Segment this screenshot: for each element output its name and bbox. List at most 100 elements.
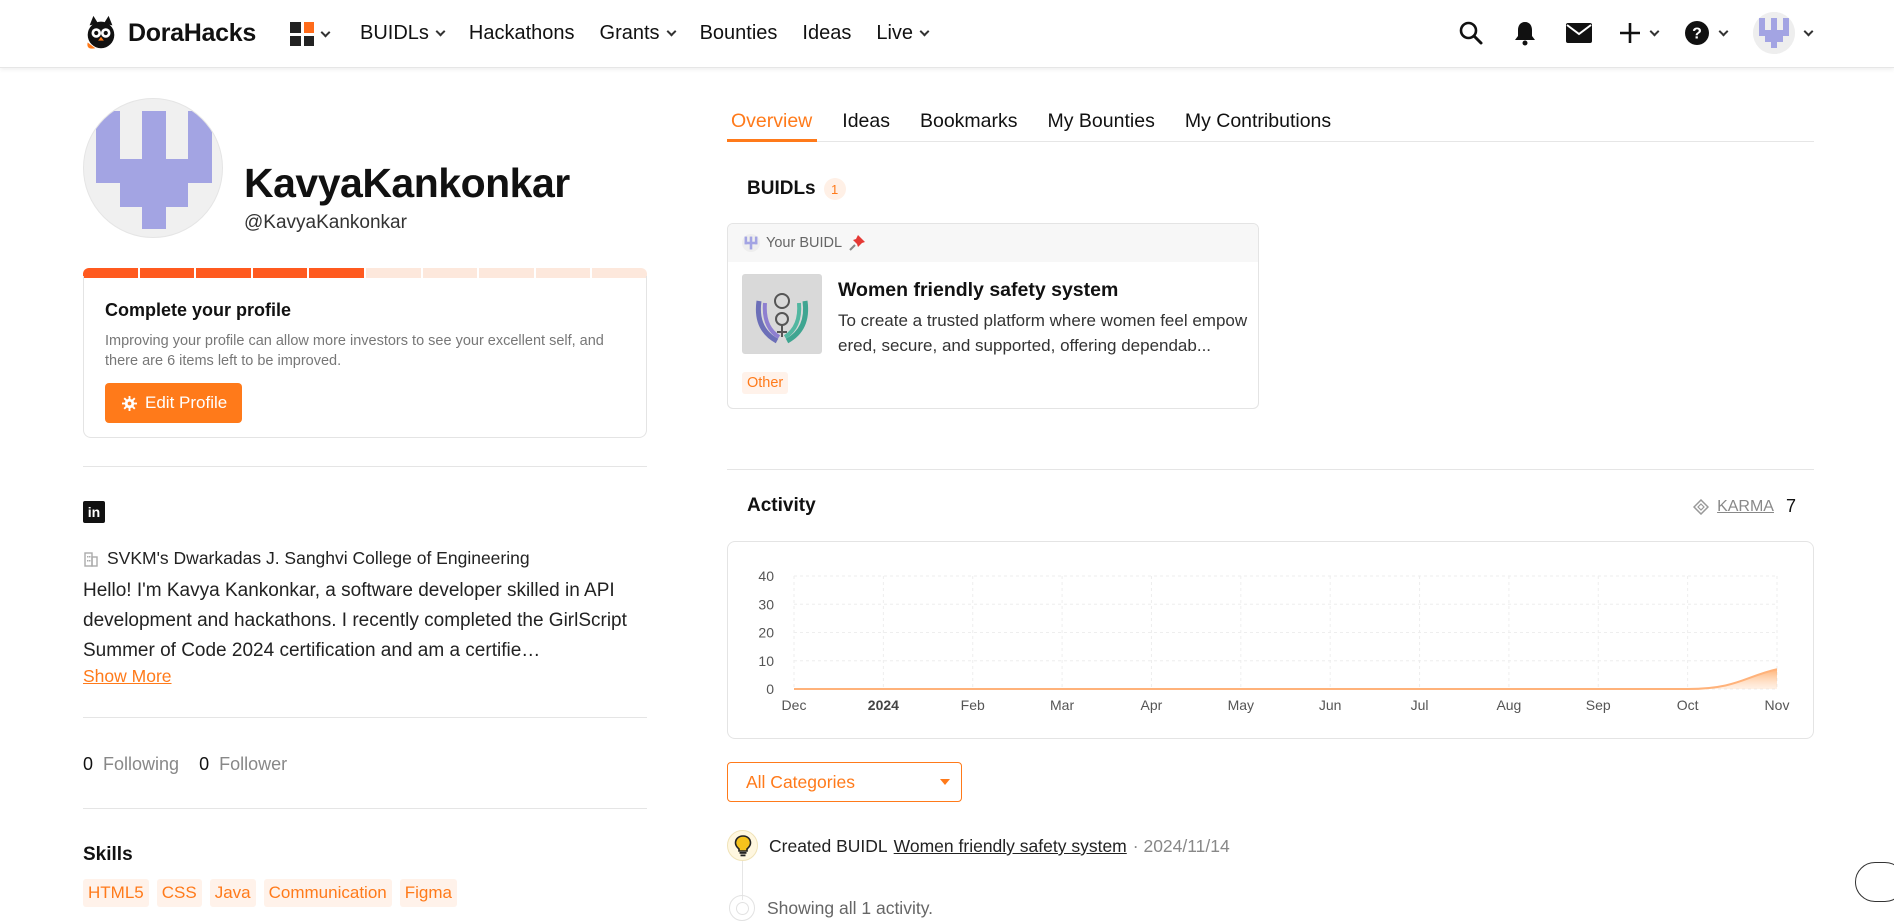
chevron-down-icon	[1718, 26, 1729, 36]
skills-list: HTML5 CSS Java Communication Figma	[83, 879, 457, 907]
edit-profile-button[interactable]: Edit Profile	[105, 383, 243, 423]
nav-buidls[interactable]: BUIDLs	[360, 18, 446, 49]
activity-buidl-link[interactable]: Women friendly safety system	[894, 836, 1127, 857]
complete-profile-desc: Improving your profile can allow more in…	[105, 333, 604, 369]
nav-live[interactable]: Live	[876, 18, 930, 49]
help-menu[interactable]: ?	[1684, 20, 1729, 46]
divider	[83, 717, 647, 718]
x-tick-label: 2024	[868, 697, 899, 713]
buidls-title: BUIDLs	[747, 178, 816, 199]
x-tick-label: Oct	[1677, 697, 1699, 713]
dorahacks-logo-icon	[87, 15, 115, 49]
x-tick-label: Dec	[782, 697, 807, 713]
activity-chart: 0 10 20 30 40 Dec 2024 Feb Mar Apr May Jun Jul Aug Sep…	[727, 541, 1814, 739]
apps-menu[interactable]	[290, 22, 331, 46]
y-tick-label: 30	[758, 596, 774, 612]
nav-grants[interactable]: Grants	[599, 18, 677, 49]
follow-stats: 0 Following 0 Follower	[83, 754, 307, 775]
activity-area	[794, 669, 1777, 689]
chevron-down-icon	[666, 26, 677, 37]
x-tick-label: May	[1228, 697, 1254, 713]
x-tick-label: Nov	[1765, 697, 1790, 713]
nav-actions: ?	[1457, 12, 1814, 54]
profile-header: KavyaKankonkar @KavyaKankonkar	[83, 98, 647, 238]
buidl-description: To create a trusted platform where women…	[838, 311, 1248, 355]
activity-title: Activity	[747, 495, 816, 516]
activity-summary: Showing all 1 activity.	[767, 898, 934, 918]
nav-bounties[interactable]: Bounties	[700, 18, 778, 49]
help-icon: ?	[1685, 21, 1709, 45]
nav-hackathons[interactable]: Hackathons	[469, 18, 575, 49]
divider	[727, 469, 1814, 470]
show-more-link[interactable]: Show More	[83, 666, 172, 687]
activity-item: Created BUIDL Women friendly safety syst…	[769, 836, 1230, 857]
nav-hackathons-label: Hackathons	[468, 22, 575, 44]
your-buidl-label: Your BUIDL	[766, 235, 843, 251]
x-tick-label: Feb	[961, 697, 985, 713]
edit-profile-label: Edit Profile	[145, 393, 228, 412]
x-tick-label: Apr	[1141, 697, 1163, 713]
share-button[interactable]	[1855, 862, 1894, 902]
profile-name: KavyaKankonkar	[244, 160, 570, 206]
skill-tag: Java	[209, 879, 256, 907]
y-tick-label: 20	[758, 625, 774, 641]
profile-bio: Hello! I'm Kavya Kankonkar, a software d…	[83, 580, 627, 661]
bell-icon[interactable]	[1511, 19, 1539, 47]
create-menu[interactable]	[1619, 22, 1660, 44]
search-icon[interactable]	[1457, 19, 1485, 47]
profile-handle: @KavyaKankonkar	[244, 212, 407, 233]
nav-ideas-label: Ideas	[802, 22, 852, 44]
college-name: SVKM's Dwarkadas J. Sanghvi College of E…	[107, 548, 530, 568]
tab-ideas[interactable]: Ideas	[838, 98, 895, 142]
buidl-title[interactable]: Women friendly safety system	[838, 279, 1118, 302]
karma-stat: KARMA 7	[1693, 496, 1796, 517]
buidl-card[interactable]: Your BUIDL Women friendly safety system …	[727, 223, 1259, 409]
tab-bookmarks[interactable]: Bookmarks	[916, 98, 1023, 142]
skill-tag: Communication	[263, 879, 392, 907]
logo-text: DoraHacks	[128, 18, 256, 47]
follower-label[interactable]: Follower	[219, 754, 287, 775]
nav-live-label: Live	[876, 22, 914, 44]
plus-icon	[1620, 23, 1640, 43]
karma-label[interactable]: KARMA	[1717, 498, 1774, 516]
following-count[interactable]: 0	[83, 754, 93, 775]
category-select[interactable]: All Categories	[727, 762, 962, 802]
lightbulb-icon	[734, 834, 751, 856]
y-tick-label: 0	[766, 681, 774, 697]
x-tick-label: Aug	[1496, 697, 1521, 713]
logo[interactable]: DoraHacks	[82, 14, 256, 52]
complete-profile-title: Complete your profile	[105, 300, 292, 320]
activity-prefix: Created BUIDL	[769, 836, 888, 856]
tab-overview[interactable]: Overview	[727, 98, 818, 142]
tab-my-contributions[interactable]: My Contributions	[1181, 98, 1336, 142]
buidl-thumbnail	[742, 274, 822, 354]
caret-down-icon	[940, 779, 950, 785]
avatar	[1753, 12, 1795, 54]
divider	[83, 808, 647, 809]
divider	[83, 466, 647, 467]
y-tick-label: 40	[758, 568, 774, 584]
mail-icon[interactable]	[1565, 19, 1593, 47]
profile-avatar	[83, 98, 223, 238]
top-navbar: DoraHacks BUIDLs Hackathons Grants Bount…	[0, 0, 1894, 68]
linkedin-icon[interactable]: in	[83, 501, 105, 523]
skills-title: Skills	[83, 844, 133, 865]
buidl-card-header: Your BUIDL	[728, 224, 1258, 262]
chevron-down-icon	[320, 27, 331, 37]
chevron-down-icon	[1803, 26, 1814, 36]
building-icon	[84, 551, 98, 567]
apps-grid-icon	[290, 22, 314, 46]
timeline-end-dot	[729, 895, 755, 921]
following-label[interactable]: Following	[103, 754, 179, 775]
buidls-count-badge: 1	[823, 178, 846, 200]
follower-count[interactable]: 0	[199, 754, 209, 775]
user-menu[interactable]	[1753, 12, 1814, 54]
tab-my-bounties[interactable]: My Bounties	[1044, 98, 1160, 142]
x-tick-label: Jun	[1319, 697, 1342, 713]
diamond-icon	[1693, 498, 1710, 515]
svg-text:?: ?	[1692, 26, 1702, 43]
nav-ideas[interactable]: Ideas	[802, 18, 851, 49]
skill-tag: Figma	[399, 879, 457, 907]
x-tick-label: Mar	[1050, 697, 1074, 713]
nav-grants-label: Grants	[599, 22, 660, 44]
